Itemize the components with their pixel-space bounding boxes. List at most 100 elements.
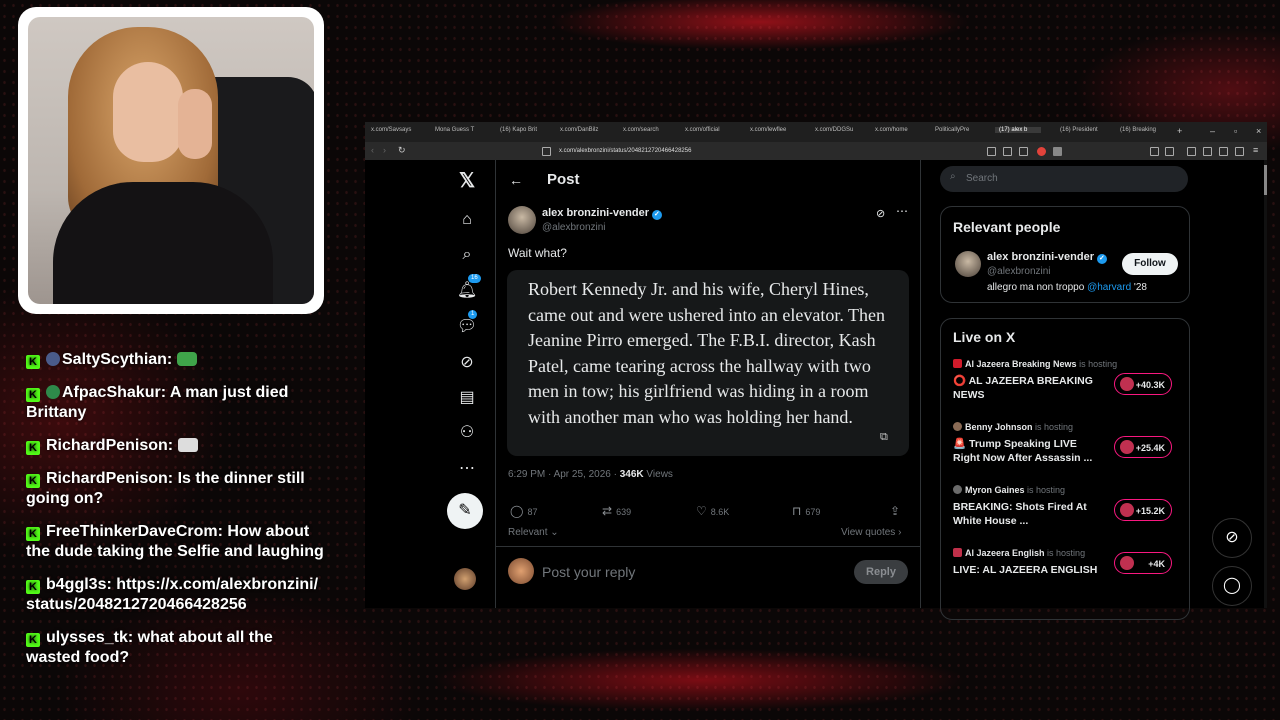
- quoted-image[interactable]: Robert Kennedy Jr. and his wife, Cheryl …: [507, 270, 909, 456]
- live-host: Benny Johnson is hosting: [953, 422, 1189, 432]
- wallet-icon[interactable]: [1187, 147, 1196, 156]
- live-count: +40.3K: [1114, 373, 1172, 395]
- live-item[interactable]: Benny Johnson is hosting 🚨 Trump Speakin…: [953, 422, 1189, 465]
- person-name[interactable]: alex bronzini-vender ✓: [987, 251, 1107, 264]
- follow-button[interactable]: Follow: [1122, 253, 1178, 275]
- bookmark-icon[interactable]: [542, 147, 551, 156]
- repost-action[interactable]: ⇄ 639: [602, 504, 631, 518]
- person-handle[interactable]: @alexbronzini: [987, 266, 1051, 277]
- chat-message: Kulysses_tk: what about all the wasted f…: [26, 628, 326, 668]
- browser-tab[interactable]: x.com/Savsays: [371, 127, 411, 133]
- author-name-text[interactable]: alex bronzini-vender: [542, 207, 649, 219]
- person-name-text[interactable]: alex bronzini-vender: [987, 251, 1094, 263]
- person-avatar[interactable]: [955, 251, 981, 277]
- browser-tab[interactable]: Mona Guess T: [435, 127, 474, 133]
- url-field[interactable]: x.com/alexbronzini/status/20482127204664…: [559, 145, 979, 157]
- kick-icon: K: [26, 388, 40, 402]
- live-item[interactable]: Myron Gaines is hosting BREAKING: Shots …: [953, 485, 1189, 528]
- compose-post-button[interactable]: ✎: [447, 493, 483, 529]
- browser-tab-active[interactable]: (17) alex b: [995, 127, 1042, 133]
- more-icon[interactable]: ⋯: [456, 458, 478, 480]
- lists-icon[interactable]: ▤: [456, 387, 478, 409]
- brave-shield-icon[interactable]: [1037, 147, 1046, 156]
- maximize-icon[interactable]: ▫: [1234, 126, 1237, 136]
- home-icon[interactable]: ⌂: [456, 209, 478, 231]
- browser-tab[interactable]: x.com/DanBilz: [560, 127, 598, 133]
- author-handle[interactable]: @alexbronzini: [542, 222, 606, 233]
- reply-action[interactable]: ◯ 87: [510, 504, 537, 518]
- live-on-x-card: Live on X Al Jazeera Breaking News is ho…: [940, 318, 1190, 620]
- browser-tab[interactable]: (16) Kapo Brit: [500, 127, 537, 133]
- split-view-icon[interactable]: [1219, 147, 1228, 156]
- messages-icon[interactable]: 💬︎ 1: [456, 310, 478, 338]
- share-icon[interactable]: [1019, 147, 1028, 156]
- author-name[interactable]: alex bronzini-vender ✓: [542, 207, 662, 220]
- back-icon[interactable]: ‹: [371, 145, 374, 155]
- reply-input[interactable]: Post your reply: [542, 564, 635, 580]
- like-action[interactable]: ♡ 8.6K: [696, 504, 729, 518]
- grok-explain-icon[interactable]: ⊘: [876, 207, 885, 220]
- account-avatar[interactable]: [454, 568, 476, 590]
- messages-button[interactable]: ◯: [1212, 566, 1252, 606]
- minimize-icon[interactable]: –: [1210, 126, 1215, 136]
- post-more-icon[interactable]: ⋯: [896, 204, 908, 218]
- extensions-icon[interactable]: [1150, 147, 1159, 156]
- x-logo-icon[interactable]: 𝕏: [456, 170, 478, 192]
- browser-tab[interactable]: x.com/lewflee: [750, 127, 786, 133]
- image-alt-icon[interactable]: ⧉: [880, 431, 888, 444]
- live-item[interactable]: Al Jazeera English is hosting LIVE: AL J…: [953, 548, 1189, 577]
- views-label: Views: [643, 469, 673, 480]
- live-item[interactable]: Al Jazeera Breaking News is hosting ⭕ AL…: [953, 359, 1189, 402]
- chat-message: K RichardPenison: Is the dinner still goi…: [26, 469, 326, 509]
- browser-tab[interactable]: x.com/search: [623, 127, 659, 133]
- sidebar-icon[interactable]: [1165, 147, 1174, 156]
- grok-button[interactable]: ⊘: [1212, 518, 1252, 558]
- downloads-icon[interactable]: [1203, 147, 1212, 156]
- reply-count: 87: [527, 507, 538, 517]
- back-arrow-icon[interactable]: ←: [509, 172, 523, 188]
- badge-icon: [46, 352, 60, 366]
- scrollbar-thumb[interactable]: [1264, 165, 1267, 195]
- scrollbar[interactable]: [1264, 160, 1267, 608]
- notifications-icon[interactable]: 🔔︎ 16: [456, 274, 481, 302]
- profile-icon[interactable]: [1235, 147, 1244, 156]
- profile-icon[interactable]: ⚇: [456, 422, 478, 444]
- browser-tab[interactable]: x.com/DDGSu: [815, 127, 853, 133]
- search-input[interactable]: ⌕ Search: [940, 166, 1188, 192]
- menu-icon[interactable]: ≡: [1253, 145, 1258, 155]
- new-tab-icon[interactable]: +: [1177, 126, 1182, 136]
- grok-icon[interactable]: ⊘: [456, 352, 478, 374]
- host-suffix: is hosting: [1024, 485, 1066, 495]
- browser-tab[interactable]: (16) President: [1060, 127, 1098, 133]
- forward-icon[interactable]: ›: [383, 145, 386, 155]
- browser-tab[interactable]: x.com/official: [685, 127, 720, 133]
- author-avatar[interactable]: [508, 206, 536, 234]
- chat-user: SaltyScythian:: [62, 351, 173, 368]
- like-icon: ♡: [696, 504, 707, 518]
- share-action[interactable]: ⇪: [890, 504, 904, 518]
- reply-button[interactable]: Reply: [854, 560, 908, 584]
- reader-icon[interactable]: [987, 147, 996, 156]
- live-host: Myron Gaines is hosting: [953, 485, 1189, 495]
- webcam-frame: [18, 7, 324, 314]
- like-count: 8.6K: [710, 507, 730, 517]
- repost-icon: ⇄: [602, 504, 613, 518]
- reply-sort-dropdown[interactable]: Relevant ⌄: [508, 527, 559, 538]
- rewards-icon[interactable]: [1053, 147, 1062, 156]
- verified-icon: ✓: [651, 210, 662, 220]
- browser-tab[interactable]: PoliticallyPre: [935, 127, 969, 133]
- search-icon[interactable]: ⌕: [456, 244, 478, 266]
- host-avatar: [953, 548, 962, 557]
- reload-icon[interactable]: ↻: [398, 145, 406, 156]
- bio-link[interactable]: @harvard: [1087, 282, 1131, 293]
- browser-tab[interactable]: x.com/home: [875, 127, 908, 133]
- chat-message: Kb4ggl3s: https://x.com/alexbronzini/sta…: [26, 575, 326, 615]
- streamer-hand: [178, 89, 212, 159]
- zoom-icon[interactable]: [1003, 147, 1012, 156]
- bookmark-action[interactable]: ⊓ 679: [792, 504, 820, 518]
- view-quotes-link[interactable]: View quotes ›: [841, 527, 901, 538]
- close-window-icon[interactable]: ×: [1256, 126, 1261, 136]
- emote-icon: [177, 438, 198, 452]
- browser-window: x.com/Savsays Mona Guess T (16) Kapo Bri…: [365, 122, 1267, 620]
- browser-tab[interactable]: (16) Breaking: [1120, 127, 1156, 133]
